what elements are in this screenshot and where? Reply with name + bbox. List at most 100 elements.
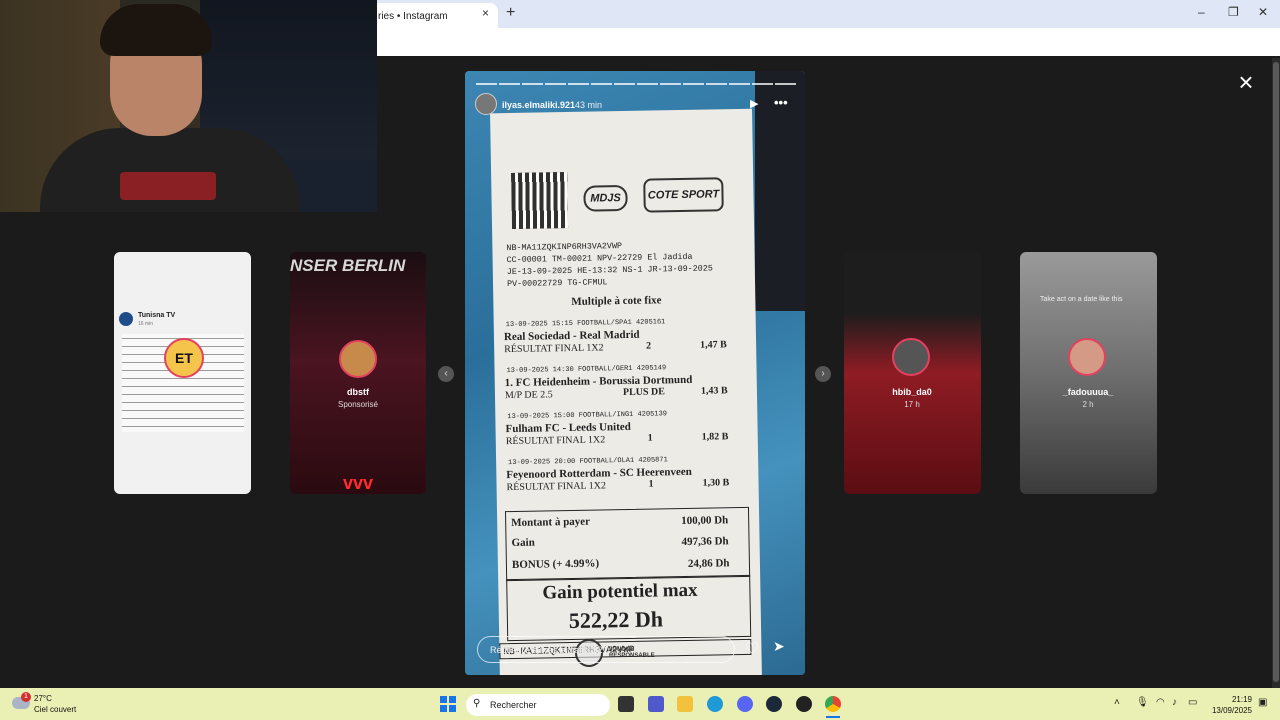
progress-segment bbox=[683, 83, 704, 85]
hbib-time: 17 h bbox=[904, 400, 920, 409]
taskbar-clock[interactable]: 21:19 13/09/2025 bbox=[1206, 694, 1252, 716]
edge-icon[interactable] bbox=[707, 696, 723, 712]
story-user-avatar[interactable] bbox=[475, 93, 497, 115]
match-market: RÉSULTAT FINAL 1X2 bbox=[505, 434, 606, 448]
match-teams: Feyenoord Rotterdam - SC Heerenveen bbox=[506, 465, 692, 482]
microphone-icon[interactable]: 🎙 bbox=[1136, 697, 1149, 708]
gain-value: 497,36 Dh bbox=[681, 535, 729, 549]
dbstf-username: dbstf bbox=[347, 387, 369, 397]
side-story-fadouuua[interactable]: Take act on a date like this _fadouuua_ … bbox=[1020, 252, 1157, 494]
bet-type: Multiple à cote fixe bbox=[571, 294, 662, 308]
obs-icon[interactable] bbox=[796, 696, 812, 712]
progress-segment bbox=[476, 83, 497, 85]
red-chevrons: vvv bbox=[342, 473, 374, 493]
wifi-icon[interactable]: ◠ bbox=[1156, 697, 1165, 708]
file-explorer-icon[interactable] bbox=[677, 696, 693, 712]
heart-icon[interactable]: ♡ bbox=[745, 639, 759, 659]
window-close-button[interactable]: ✕ bbox=[1258, 5, 1268, 19]
progress-segment bbox=[775, 83, 796, 85]
side-story-tunisna[interactable]: Tunisna TV 16 min ET bbox=[114, 252, 251, 494]
reply-input[interactable]: Répondre à ilyas.elmaliki.921… bbox=[477, 636, 735, 663]
play-icon[interactable]: ▶ bbox=[750, 97, 758, 110]
match-pick: 2 bbox=[646, 340, 652, 352]
progress-segment bbox=[591, 83, 612, 85]
progress-segment bbox=[499, 83, 520, 85]
volume-icon[interactable]: ♪ bbox=[1172, 697, 1177, 708]
browser-tab-instagram[interactable]: ries • Instagram bbox=[372, 3, 498, 28]
scrollbar-thumb[interactable] bbox=[1273, 62, 1279, 682]
side-story-dbstf[interactable]: NSER BERLIN dbstf Sponsorisé vvv bbox=[290, 252, 426, 494]
amount-value: 100,00 Dh bbox=[681, 514, 729, 528]
progress-segment bbox=[568, 83, 589, 85]
gain-label: Gain bbox=[511, 536, 535, 550]
ticket-line: CC-00001 TM-00021 NPV-22729 El Jadida bbox=[506, 251, 693, 266]
match-odds: 1,30 B bbox=[702, 477, 730, 489]
progress-segment bbox=[614, 83, 635, 85]
minimize-button[interactable]: – bbox=[1198, 5, 1205, 19]
tab-close-icon[interactable]: × bbox=[482, 6, 489, 20]
clock-time: 21:19 bbox=[1231, 695, 1252, 704]
progress-segment bbox=[637, 83, 658, 85]
side-story-user: Tunisna TV bbox=[138, 312, 176, 319]
progress-segment bbox=[545, 83, 566, 85]
match-market: M/P DE 2.5 bbox=[504, 389, 553, 402]
match-header: 13-09-2025 14:30 FOOTBALL/GER1 4205149 bbox=[506, 364, 667, 376]
page-scrollbar[interactable] bbox=[1272, 58, 1280, 688]
match-header: 13-09-2025 20:00 FOOTBALL/OLA1 4205871 bbox=[508, 456, 668, 468]
send-icon[interactable]: ➤ bbox=[773, 638, 785, 655]
qr-code-icon bbox=[511, 171, 569, 229]
sponsor-banner: NSER BERLIN bbox=[290, 256, 406, 275]
start-button[interactable] bbox=[440, 696, 456, 712]
discord-icon[interactable] bbox=[737, 696, 753, 712]
webcam-hair bbox=[100, 4, 212, 56]
progress-segment bbox=[660, 83, 681, 85]
match-odds: 1,82 B bbox=[701, 431, 729, 443]
search-icon: ⚲ bbox=[473, 698, 481, 709]
side-story-hbib[interactable]: hbib_da0 17 h bbox=[844, 252, 981, 494]
hbib-avatar bbox=[892, 338, 930, 376]
tray-overflow-icon[interactable]: ˄ bbox=[1114, 697, 1120, 708]
more-options-icon[interactable]: ••• bbox=[774, 95, 788, 110]
potential-label: Gain potentiel max bbox=[542, 579, 698, 604]
notification-icon[interactable]: ▣ bbox=[1258, 697, 1267, 708]
progress-segment bbox=[729, 83, 750, 85]
cote-sport-logo: COTE SPORT bbox=[643, 177, 724, 213]
close-stories-button[interactable]: × bbox=[1234, 69, 1258, 95]
next-story-button[interactable]: › bbox=[815, 366, 831, 382]
windows-taskbar bbox=[0, 688, 1280, 720]
amount-label: Montant à payer bbox=[511, 515, 591, 530]
match-market: RÉSULTAT FINAL 1X2 bbox=[506, 480, 607, 494]
fadouuua-username: _fadouuua_ bbox=[1062, 387, 1114, 397]
main-story[interactable]: MDJS COTE SPORT NB-MA11ZQKINP6RH3VA2VWP … bbox=[465, 71, 805, 675]
fadouuua-caption: Take act on a date like this bbox=[1040, 296, 1123, 303]
restore-button[interactable]: ❐ bbox=[1228, 5, 1239, 19]
fadouuua-time: 2 h bbox=[1082, 400, 1094, 409]
match-odds: 1,47 B bbox=[700, 339, 727, 351]
chrome-active-indicator bbox=[826, 716, 840, 718]
bonus-value: 24,86 Dh bbox=[687, 557, 730, 570]
new-tab-button[interactable]: + bbox=[506, 4, 515, 22]
previous-story-button[interactable]: ‹ bbox=[438, 366, 454, 382]
hbib-username: hbib_da0 bbox=[892, 387, 932, 397]
taskbar-search[interactable]: Rechercher bbox=[466, 694, 610, 716]
story-username[interactable]: ilyas.elmaliki.921 bbox=[502, 100, 575, 110]
ticket-line: JE-13-09-2025 HE-13:32 NS-1 JR-13-09-202… bbox=[506, 263, 713, 278]
chrome-icon[interactable] bbox=[825, 696, 841, 712]
potential-value: 522,22 Dh bbox=[568, 606, 664, 634]
fadouuua-avatar bbox=[1068, 338, 1106, 376]
battery-icon[interactable]: ▭ bbox=[1188, 697, 1197, 708]
progress-segment bbox=[706, 83, 727, 85]
et-badge: ET bbox=[164, 338, 204, 378]
weather-temperature[interactable]: 27°C bbox=[34, 694, 52, 703]
weather-description[interactable]: Ciel couvert bbox=[34, 705, 76, 714]
match-header: 13-09-2025 15:15 FOOTBALL/SPA1 4205161 bbox=[505, 318, 666, 330]
betting-receipt: MDJS COTE SPORT NB-MA11ZQKINP6RH3VA2VWP … bbox=[490, 108, 762, 675]
progress-segment bbox=[522, 83, 543, 85]
match-pick: PLUS DE bbox=[622, 386, 665, 399]
teams-icon[interactable] bbox=[648, 696, 664, 712]
clock-date: 13/09/2025 bbox=[1211, 706, 1252, 715]
task-view-icon[interactable] bbox=[618, 696, 634, 712]
progress-segment bbox=[752, 83, 773, 85]
match-odds: 1,43 B bbox=[700, 385, 728, 397]
steam-icon[interactable] bbox=[766, 696, 782, 712]
